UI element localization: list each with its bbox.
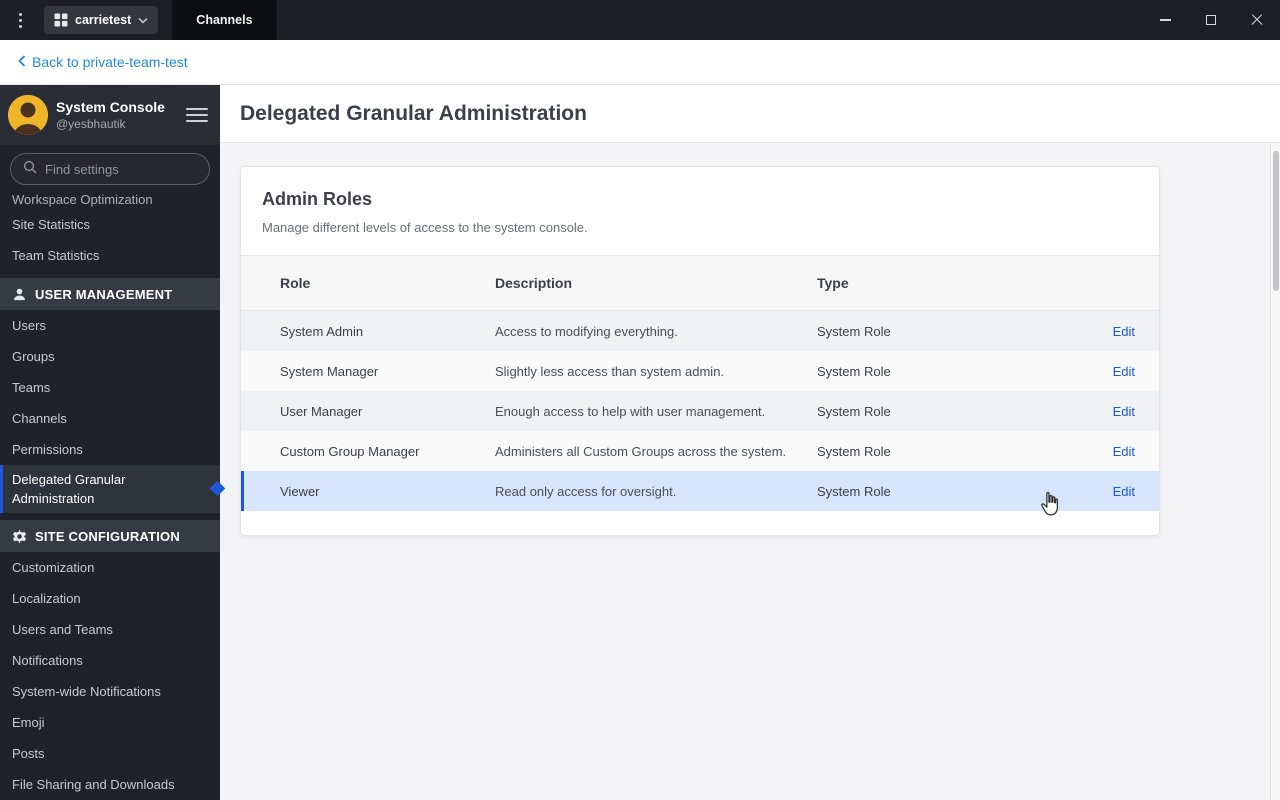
close-button[interactable] [1234, 0, 1280, 40]
description-cell: Administers all Custom Groups across the… [495, 443, 787, 459]
sidebar-item-team-statistics[interactable]: Team Statistics [0, 240, 220, 271]
type-cell: System Role [817, 363, 891, 379]
edit-link-custom-group-manager[interactable]: Edit [1113, 444, 1135, 459]
tab-channels-label: Channels [196, 13, 253, 27]
table-row-viewer: Viewer Read only access for oversight. S… [241, 471, 1159, 511]
content-area: Admin Roles Manage different levels of a… [220, 166, 1280, 800]
sidebar-item-notifications[interactable]: Notifications [0, 645, 220, 676]
table-row-custom-group-manager: Custom Group Manager Administers all Cus… [241, 431, 1159, 471]
section-site-configuration-label: SITE CONFIGURATION [35, 528, 180, 544]
sidebar-header: System Console @yesbhautik [0, 85, 220, 145]
section-site-configuration: SITE CONFIGURATION [0, 520, 220, 552]
close-icon [1251, 14, 1263, 26]
column-header-type: Type [817, 275, 849, 291]
description-cell: Access to modifying everything. [495, 323, 678, 339]
system-console-sidebar: System Console @yesbhautik Workspace Opt… [0, 85, 220, 800]
column-header-description: Description [495, 275, 573, 291]
person-icon [12, 287, 27, 302]
sidebar-item-label: Workspace Optimization [12, 192, 153, 207]
sidebar-item-users-and-teams[interactable]: Users and Teams [0, 614, 220, 645]
description-cell: Slightly less access than system admin. [495, 363, 725, 379]
column-header-role: Role [280, 275, 311, 291]
edit-link-system-admin[interactable]: Edit [1113, 324, 1135, 339]
edit-link-system-manager[interactable]: Edit [1113, 364, 1135, 379]
console-identity: System Console @yesbhautik [56, 98, 186, 132]
chevron-left-icon [18, 54, 26, 70]
page-header: Delegated Granular Administration [220, 85, 1280, 143]
description-cell: Enough access to help with user manageme… [495, 403, 766, 419]
role-cell: User Manager [280, 403, 363, 419]
table-row-system-admin: System Admin Access to modifying everyth… [241, 311, 1159, 351]
sidebar-item-localization[interactable]: Localization [0, 583, 220, 614]
type-cell: System Role [817, 403, 891, 419]
description-cell: Read only access for oversight. [495, 483, 677, 499]
card-header: Admin Roles Manage different levels of a… [241, 167, 1159, 255]
main-panel: Delegated Granular Administration Admin … [220, 85, 1280, 800]
find-settings-search[interactable] [10, 153, 210, 185]
card-subtitle: Manage different levels of access to the… [262, 220, 588, 235]
main-layout: System Console @yesbhautik Workspace Opt… [0, 85, 1280, 800]
minimize-icon [1159, 19, 1171, 21]
edit-link-user-manager[interactable]: Edit [1113, 404, 1135, 419]
kebab-menu-icon[interactable] [0, 0, 40, 40]
admin-roles-card: Admin Roles Manage different levels of a… [240, 166, 1160, 536]
window-controls [1142, 0, 1280, 40]
card-title: Admin Roles [262, 189, 373, 209]
admin-roles-table: Role Description Type System Admin Acces… [241, 255, 1159, 511]
server-name: carrietest [75, 13, 132, 27]
table-row-system-manager: System Manager Slightly less access than… [241, 351, 1159, 391]
sidebar-item-channels[interactable]: Channels [0, 403, 220, 434]
sidebar-item-file-sharing-and-downloads[interactable]: File Sharing and Downloads [0, 769, 220, 800]
sidebar-item-users[interactable]: Users [0, 310, 220, 341]
console-username: @yesbhautik [56, 117, 126, 131]
sidebar-item-permissions[interactable]: Permissions [0, 434, 220, 465]
sidebar-item-emoji[interactable]: Emoji [0, 707, 220, 738]
maximize-button[interactable] [1188, 0, 1234, 40]
sidebar-item-teams[interactable]: Teams [0, 372, 220, 403]
back-link[interactable]: Back to private-team-test [18, 54, 188, 70]
sidebar-item-groups[interactable]: Groups [0, 341, 220, 372]
table-header-row: Role Description Type [241, 255, 1159, 311]
console-title: System Console [56, 99, 165, 115]
role-cell: System Admin [280, 323, 364, 339]
sidebar-item-customization[interactable]: Customization [0, 552, 220, 583]
avatar [8, 95, 48, 135]
search-input[interactable] [45, 161, 185, 177]
type-cell: System Role [817, 443, 891, 459]
type-cell: System Role [817, 483, 891, 499]
search-container [0, 145, 220, 191]
server-selector-button[interactable]: carrietest [44, 6, 159, 34]
tab-channels[interactable]: Channels [172, 0, 277, 40]
search-icon [23, 160, 37, 179]
table-row-user-manager: User Manager Enough access to help with … [241, 391, 1159, 431]
sidebar-item-posts[interactable]: Posts [0, 738, 220, 769]
sidebar-item-system-wide-notifications[interactable]: System-wide Notifications [0, 676, 220, 707]
role-cell: Custom Group Manager [280, 443, 420, 459]
maximize-icon [1206, 15, 1216, 25]
sidebar-item-site-statistics[interactable]: Site Statistics [0, 209, 220, 240]
page-title: Delegated Granular Administration [240, 101, 587, 125]
scrollbar-thumb[interactable] [1273, 151, 1279, 291]
minimize-button[interactable] [1142, 0, 1188, 40]
server-grid-icon [54, 13, 68, 27]
back-link-label: Back to private-team-test [32, 54, 188, 70]
gear-icon [12, 529, 27, 544]
section-user-management: USER MANAGEMENT [0, 278, 220, 310]
role-cell: System Manager [280, 363, 379, 379]
app-window: carrietest Channels Back to private-team… [0, 0, 1280, 800]
back-navigation-bar: Back to private-team-test [0, 40, 1280, 85]
chevron-down-icon [138, 17, 148, 24]
section-user-management-label: USER MANAGEMENT [35, 286, 173, 302]
vertical-scrollbar[interactable] [1270, 143, 1280, 800]
hamburger-menu-icon[interactable] [186, 108, 208, 122]
role-cell: Viewer [280, 483, 320, 499]
type-cell: System Role [817, 323, 891, 339]
sidebar-nav: Workspace Optimization Site Statistics T… [0, 191, 220, 800]
titlebar: carrietest Channels [0, 0, 1280, 40]
sidebar-item-delegated-granular-administration[interactable]: Delegated Granular Administration [0, 465, 220, 513]
sidebar-item-workspace-optimization[interactable]: Workspace Optimization [0, 191, 220, 209]
edit-link-viewer[interactable]: Edit [1113, 484, 1135, 499]
